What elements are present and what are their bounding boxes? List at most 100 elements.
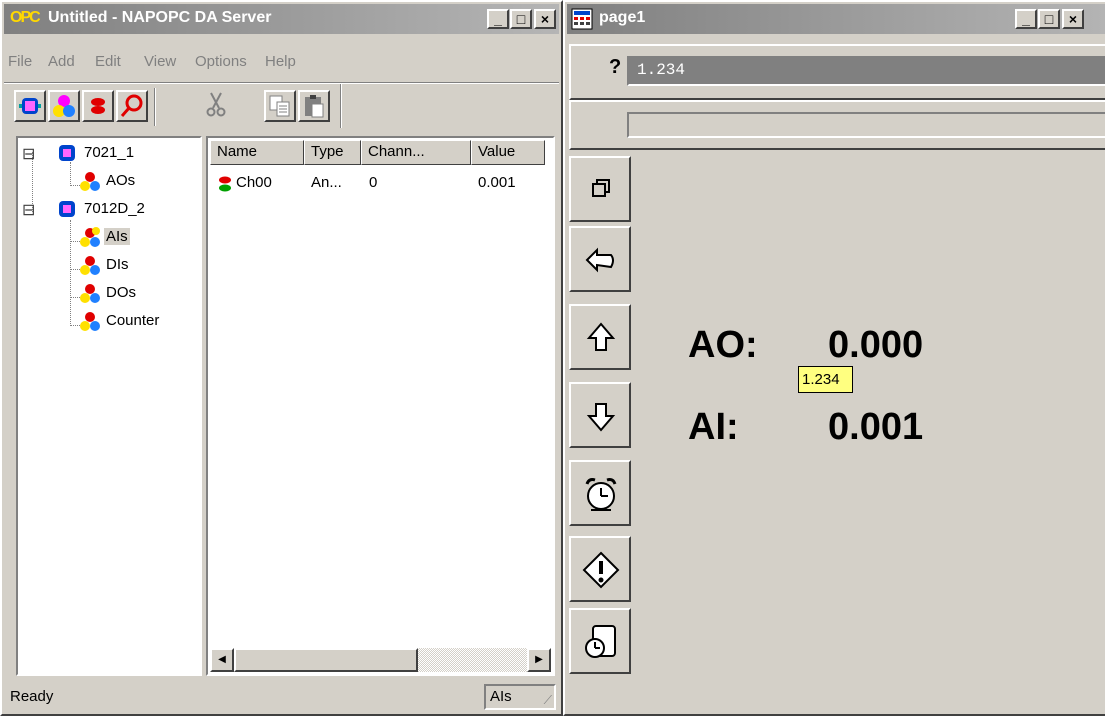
add-device-icon [19, 98, 41, 114]
window-title: Untitled - NAPOPC DA Server [48, 9, 272, 26]
copy-icon [269, 95, 290, 117]
tree-node-7012d-2[interactable]: ⊟ 7012D_2 [22, 200, 145, 220]
group-selected-icon [80, 227, 100, 247]
cell-value: 0.001 [478, 174, 516, 191]
search-icon [120, 94, 143, 117]
device-icon [59, 145, 75, 161]
column-header-type[interactable]: Type [304, 140, 361, 165]
tree-node-7021-1[interactable]: ⊟ 7021_1 [22, 144, 134, 164]
table-row[interactable]: Ch00 An... 0 0.001 [210, 174, 550, 196]
tag-list[interactable]: Name Type Chann... Value Ch00 An... 0 0.… [206, 136, 555, 676]
value-input-text: 1.234 [637, 61, 686, 79]
status-pane-text: AIs [490, 688, 512, 705]
report-button[interactable] [569, 608, 631, 674]
group-icon [80, 172, 100, 191]
toolbar-end-separator [340, 84, 342, 128]
maximize-button[interactable]: □ [510, 9, 532, 29]
add-group-icon [53, 95, 75, 117]
tag-icon [219, 176, 231, 192]
group-icon [80, 256, 100, 275]
tree-connector [70, 220, 71, 326]
input-prefix: ? [609, 56, 622, 78]
minimize-button[interactable]: _ [487, 9, 509, 29]
group-icon [80, 284, 100, 303]
horizontal-scrollbar[interactable]: ◀ ▶ [210, 648, 551, 672]
size-grip-icon[interactable]: ⟋ [544, 693, 552, 708]
list-header: Name Type Chann... Value [210, 140, 550, 165]
add-group-button[interactable] [48, 90, 80, 122]
secondary-input[interactable] [627, 112, 1105, 138]
menu-view[interactable]: View [144, 48, 176, 76]
menu-help[interactable]: Help [265, 48, 296, 76]
search-button[interactable] [116, 90, 148, 122]
input-panel: ? 1.234 [569, 44, 1105, 100]
value-input[interactable]: 1.234 [627, 56, 1105, 86]
alarm-button[interactable] [569, 460, 631, 526]
tree-label: 7012D_2 [84, 200, 145, 217]
warning-button[interactable] [569, 536, 631, 602]
tree-label-selected: AIs [104, 228, 130, 245]
window-title: page1 [599, 9, 646, 26]
menu-edit[interactable]: Edit [95, 48, 121, 76]
menu-add[interactable]: Add [48, 48, 75, 76]
report-icon [585, 625, 616, 658]
close-button[interactable]: × [534, 9, 556, 29]
secondary-input-panel [569, 100, 1105, 150]
tooltip-text: 1.234 [802, 371, 840, 388]
column-header-channel[interactable]: Chann... [361, 140, 471, 165]
ao-value[interactable]: 0.000 [828, 324, 923, 367]
scroll-left-button[interactable]: ◀ [210, 648, 234, 672]
back-button[interactable] [569, 226, 631, 292]
maximize-button[interactable]: □ [1038, 9, 1060, 29]
tree-label: AOs [106, 172, 136, 189]
menu-options[interactable]: Options [195, 48, 247, 76]
cell-name: Ch00 [236, 174, 272, 191]
add-device-button[interactable] [14, 90, 46, 122]
tree-expander[interactable]: ⊟ [22, 146, 35, 163]
napopc-title-bar[interactable]: OPC Untitled - NAPOPC DA Server _ □ × [4, 4, 559, 34]
cell-type: An... [311, 174, 342, 191]
page1-title-bar[interactable]: page1 _ □ × [567, 4, 1105, 34]
minimize-button[interactable]: _ [1015, 9, 1037, 29]
column-header-value[interactable]: Value [471, 140, 545, 165]
scroll-right-button[interactable]: ▶ [527, 648, 551, 672]
toolbar-separator [154, 88, 156, 126]
status-text: Ready [10, 688, 54, 705]
down-button[interactable] [569, 382, 631, 448]
alarm-clock-icon [585, 478, 617, 511]
paste-button[interactable] [298, 90, 330, 122]
ai-value: 0.001 [828, 406, 924, 448]
up-button[interactable] [569, 304, 631, 370]
down-arrow-icon [586, 403, 616, 432]
opc-logo: OPC [10, 9, 41, 26]
back-arrow-icon [585, 247, 614, 273]
window-button[interactable] [569, 156, 631, 222]
up-arrow-icon [586, 322, 616, 351]
cut-icon [206, 92, 226, 117]
menu-bar: File Add Edit View Options Help [8, 48, 548, 76]
cell-channel: 0 [369, 174, 378, 191]
window-icon [592, 179, 610, 197]
tree-expander[interactable]: ⊟ [22, 202, 35, 219]
tree-label: DIs [106, 256, 129, 273]
paste-icon [305, 95, 324, 118]
status-bar: Ready AIs ⟋ [4, 680, 559, 712]
ai-label: AI: [688, 406, 739, 448]
ao-label: AO: [688, 324, 758, 366]
tree-connector [70, 162, 71, 186]
device-icon [59, 201, 75, 217]
add-tag-button[interactable] [82, 90, 114, 122]
warning-icon [582, 551, 620, 589]
device-tree[interactable]: ⊟ 7021_1 AOs ⊟ 7012D_2 AIs DIs DOs Count… [16, 136, 202, 676]
cut-button[interactable] [202, 90, 234, 122]
page-icon [571, 8, 593, 30]
tree-label: 7021_1 [84, 144, 135, 161]
column-header-name[interactable]: Name [210, 140, 304, 165]
copy-button[interactable] [264, 90, 296, 122]
close-button[interactable]: × [1062, 9, 1084, 29]
scroll-thumb[interactable] [234, 648, 418, 672]
tree-label: DOs [106, 284, 136, 301]
add-tag-icon [91, 98, 105, 114]
status-pane: AIs ⟋ [484, 684, 556, 710]
menu-file[interactable]: File [8, 48, 32, 76]
